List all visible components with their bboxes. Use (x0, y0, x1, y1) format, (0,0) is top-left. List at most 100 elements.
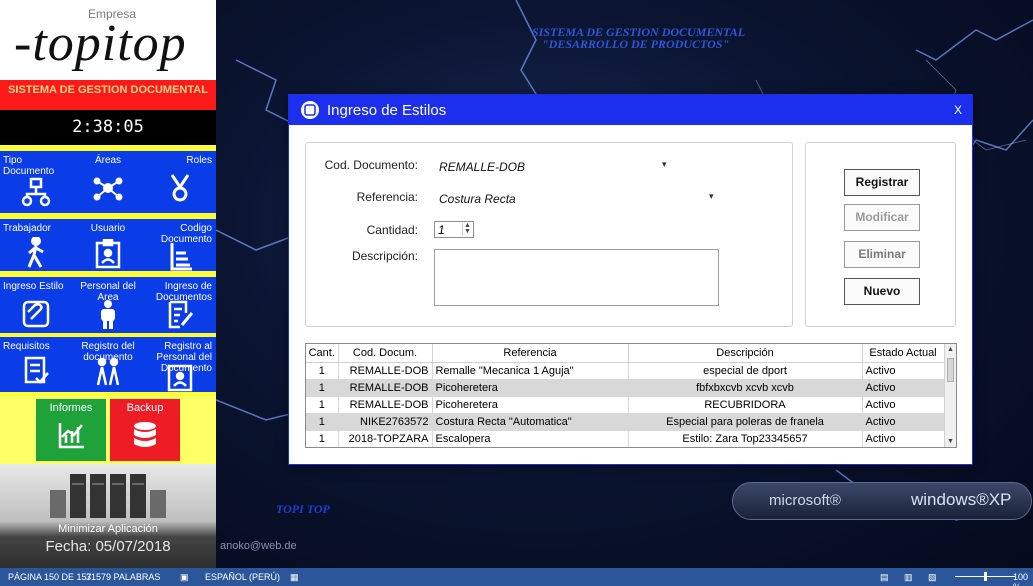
module-label: Trabajador (3, 223, 51, 234)
document-arrow-icon (170, 243, 192, 271)
cell-referencia: Remalle "Mecanica 1 Aguja" (432, 362, 629, 380)
eliminar-button[interactable]: Eliminar (844, 241, 920, 268)
module-row-3: Ingreso Estilo Personal del Area Ingreso… (0, 277, 216, 333)
column-header[interactable]: Estado Actual (862, 344, 945, 363)
cell-referencia: Picoheretera (432, 396, 629, 414)
modificar-button[interactable]: Modificar (844, 204, 920, 231)
web-layout-icon[interactable]: ▧ (928, 572, 937, 583)
scroll-thumb[interactable] (947, 358, 954, 382)
chevron-down-icon[interactable]: ▾ (662, 159, 667, 170)
nuevo-button[interactable]: Nuevo (844, 278, 920, 305)
column-header[interactable]: Cant. (306, 344, 339, 363)
table-row[interactable]: 1 REMALLE-DOB Picoheretera fbfxbxcvb xcv… (306, 379, 945, 397)
language[interactable]: ESPAÑOL (PERÚ) (205, 572, 280, 582)
module-tipo-documento[interactable]: Tipo Documento (0, 151, 72, 213)
sidebar: Empresa -topitop SISTEMA DE GESTION DOCU… (0, 0, 216, 568)
grid-scrollbar[interactable]: ▲ ▼ (944, 344, 956, 447)
referencia-select[interactable]: Costura Recta (439, 192, 516, 206)
app-screen: SISTEMA DE GESTION DOCUMENTAL "DESARROLL… (0, 0, 1033, 586)
zoom-percent[interactable]: 100 % (1013, 572, 1033, 586)
person-icon (101, 300, 115, 329)
scroll-down-icon[interactable]: ▼ (947, 438, 954, 445)
cell-estado: Activo (862, 413, 945, 431)
logo-brand: -topitop (14, 15, 187, 72)
table-row[interactable]: 1 NIKE2763572 Costura Recta "Automatica"… (306, 413, 945, 431)
hierarchy-icon (21, 177, 51, 207)
print-layout-icon[interactable]: ▥ (904, 572, 913, 583)
column-header[interactable]: Cod. Docum. (338, 344, 433, 363)
macro-icon[interactable]: ▦ (290, 572, 299, 583)
column-header[interactable]: Referencia (432, 344, 629, 363)
column-header[interactable]: Descripción (628, 344, 863, 363)
chevron-down-icon[interactable]: ▾ (709, 191, 714, 202)
cell-cant: 1 (306, 413, 339, 431)
module-personal-area[interactable]: Personal del Area (72, 277, 144, 333)
minimize-app-button[interactable]: Minimizar Aplicación Fecha: 05/07/2018 (0, 464, 216, 568)
people-icon (96, 357, 120, 386)
table-row[interactable]: 1 2018-TOPZARA Escalopera Estilo: Zara T… (306, 430, 945, 447)
module-row-1: Tipo Documento Áreas Roles (0, 151, 216, 213)
informes-button[interactable]: Informes (36, 399, 106, 461)
table-row[interactable]: 1 REMALLE-DOB Remalle "Mecanica 1 Aguja"… (306, 362, 945, 380)
action-buttons-panel: Registrar Modificar Eliminar Nuevo (805, 142, 956, 327)
registrar-button[interactable]: Registrar (844, 169, 920, 196)
module-row-4: Requisitos Registro del documento Regist… (0, 337, 216, 392)
module-ingreso-documentos[interactable]: Ingreso de Documentos (144, 277, 216, 333)
company-logo: Empresa -topitop (0, 0, 216, 80)
word-status-bar: PÁGINA 150 DE 157 31579 PALABRAS ▣ ESPAÑ… (0, 568, 1033, 586)
estilos-grid[interactable]: Cant. Cod. Docum. Referencia Descripción… (305, 343, 957, 448)
medal-icon (170, 174, 190, 202)
cell-estado: Activo (862, 362, 945, 380)
current-date: Fecha: 05/07/2018 (45, 538, 171, 555)
table-header-row: Cant. Cod. Docum. Referencia Descripción… (306, 344, 945, 363)
cod-documento-select[interactable]: REMALLE-DOB (439, 160, 525, 174)
stepper-arrows-icon[interactable]: ▲ ▼ (462, 222, 472, 236)
backup-button[interactable]: Backup (110, 399, 180, 461)
page-count[interactable]: PÁGINA 150 DE 157 (8, 572, 92, 582)
windows-xp-label: windows®XP (911, 490, 1012, 509)
cell-cant: 1 (306, 396, 339, 414)
module-registro-personal[interactable]: Registro al Personal del Documento (144, 337, 216, 392)
cell-descripcion: Estilo: Zara Top23345657 (628, 430, 863, 447)
referencia-label: Referencia: (356, 190, 418, 204)
checklist-icon (24, 356, 49, 384)
background-brand: TOPI TOP (276, 502, 330, 516)
scroll-up-icon[interactable]: ▲ (947, 346, 954, 353)
cell-cod: 2018-TOPZARA (338, 430, 433, 447)
module-areas[interactable]: Áreas (72, 151, 144, 213)
cell-descripcion: Especial para poleras de franela (628, 413, 863, 431)
module-registro-documento[interactable]: Registro del documento (72, 337, 144, 392)
minimize-label: Minimizar Aplicación (58, 523, 158, 535)
dialog-icon (301, 101, 319, 119)
cell-estado: Activo (862, 379, 945, 397)
cell-cant: 1 (306, 362, 339, 380)
id-badge-icon (95, 239, 121, 269)
server-rack-icon (50, 474, 166, 518)
zoom-slider-thumb[interactable] (984, 572, 987, 581)
dialog-titlebar: Ingreso de Estilos X (289, 95, 972, 125)
descripcion-textarea[interactable] (434, 249, 719, 306)
table-row[interactable]: 1 REMALLE-DOB Picoheretera RECUBRIDORA A… (306, 396, 945, 414)
close-button[interactable]: X (954, 103, 962, 117)
background-title: SISTEMA DE GESTION DOCUMENTAL "DESARROLL… (532, 26, 745, 50)
microsoft-label: microsoft® (769, 492, 841, 509)
cod-documento-label: Cod. Documento: (324, 158, 418, 172)
cell-cod: REMALLE-DOB (338, 379, 433, 397)
read-mode-icon[interactable]: ▤ (880, 572, 889, 583)
cell-descripcion: RECUBRIDORA (628, 396, 863, 414)
module-requisitos[interactable]: Requisitos (0, 337, 72, 392)
cell-estado: Activo (862, 396, 945, 414)
ingreso-estilos-dialog: Ingreso de Estilos X Cod. Documento: REM… (288, 94, 973, 465)
proofing-icon[interactable]: ▣ (180, 572, 189, 583)
word-count[interactable]: 31579 PALABRAS (86, 572, 160, 582)
cell-cant: 1 (306, 379, 339, 397)
reports-panel: Informes Backup (0, 396, 216, 464)
cell-cod: REMALLE-DOB (338, 396, 433, 414)
module-label: Áreas (94, 155, 122, 166)
edit-document-icon (168, 300, 194, 329)
cantidad-stepper[interactable]: 1 ▲ ▼ (434, 221, 474, 238)
cell-referencia: Picoheretera (432, 379, 629, 397)
module-ingreso-estilo[interactable]: Ingreso Estilo (0, 277, 72, 333)
module-label: Requisitos (3, 341, 50, 352)
module-roles[interactable]: Roles (144, 151, 216, 213)
